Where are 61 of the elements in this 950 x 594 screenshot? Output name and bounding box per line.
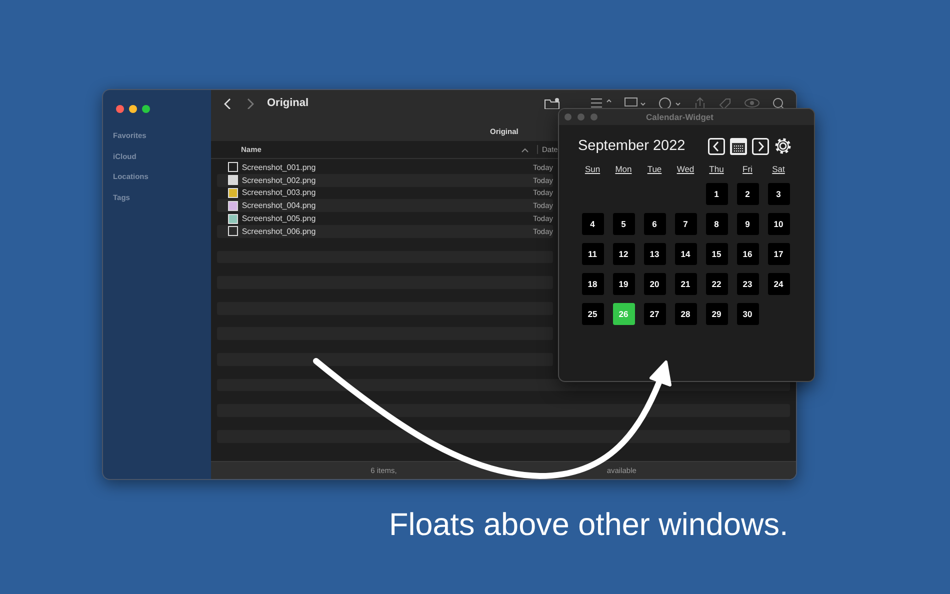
eye-icon[interactable]: [744, 98, 760, 108]
share-icon[interactable]: [694, 97, 706, 109]
weekday-label: Sun: [584, 164, 600, 174]
day-cell[interactable]: 29: [706, 303, 728, 325]
day-cell[interactable]: 7: [674, 213, 696, 235]
day-cell[interactable]: 5: [612, 213, 634, 235]
forward-icon[interactable]: [245, 97, 255, 109]
tag-icon[interactable]: [718, 97, 732, 109]
month-title: September 2022: [578, 138, 686, 154]
day-cell[interactable]: 23: [736, 273, 758, 295]
settings-icon[interactable]: [774, 137, 792, 155]
day-cell[interactable]: 14: [674, 243, 696, 265]
day-cell[interactable]: 1: [706, 183, 728, 205]
day-cell[interactable]: 10: [768, 213, 790, 235]
file-name: Screenshot_003.png: [242, 188, 317, 198]
day-cell[interactable]: 22: [706, 273, 728, 295]
day-cell[interactable]: 15: [706, 243, 728, 265]
day-cell[interactable]: 13: [644, 243, 666, 265]
day-cell[interactable]: 9: [736, 213, 758, 235]
new-folder-icon[interactable]: [544, 97, 560, 109]
weekday-label: Sat: [772, 164, 785, 174]
day-cell[interactable]: 19: [612, 273, 634, 295]
day-cell[interactable]: 3: [768, 183, 790, 205]
list-view-icon[interactable]: [590, 97, 612, 109]
weekday-label: Mon: [615, 164, 632, 174]
day-cell[interactable]: 24: [768, 273, 790, 295]
weekday-label: Thu: [709, 164, 724, 174]
weekday-label: Fri: [742, 164, 752, 174]
day-cell[interactable]: 4: [582, 213, 604, 235]
window-title: Original: [267, 97, 309, 109]
day-cell[interactable]: 2: [736, 183, 758, 205]
day-cell[interactable]: 12: [612, 243, 634, 265]
day-cell[interactable]: 18: [582, 273, 604, 295]
grid-view-icon[interactable]: [624, 97, 646, 109]
file-name: Screenshot_006.png: [242, 226, 317, 236]
caption: Floats above other windows.: [389, 506, 788, 543]
previous-month-icon[interactable]: [708, 138, 725, 154]
back-icon[interactable]: [223, 97, 233, 109]
day-cell[interactable]: 8: [706, 213, 728, 235]
day-cell[interactable]: 6: [644, 213, 666, 235]
day-cell[interactable]: 21: [674, 273, 696, 295]
window-title: Calendar-Widget: [646, 112, 714, 122]
day-cell[interactable]: 16: [736, 243, 758, 265]
day-cell[interactable]: 20: [644, 273, 666, 295]
sort-caret-icon[interactable]: [521, 146, 529, 152]
day-cell[interactable]: 25: [582, 303, 604, 325]
file-name: Screenshot_002.png: [242, 176, 317, 185]
day-cell[interactable]: 28: [674, 303, 696, 325]
day-cell[interactable]: 30: [736, 303, 758, 325]
weekday-label: Tue: [647, 164, 662, 174]
calendar-icon[interactable]: [730, 138, 747, 154]
file-name: Screenshot_001.png: [242, 162, 317, 172]
search-icon[interactable]: [772, 97, 786, 109]
day-cell[interactable]: 17: [768, 243, 790, 265]
weekday-label: Wed: [676, 164, 694, 174]
next-month-icon[interactable]: [752, 138, 769, 154]
day-cell[interactable]: 11: [582, 243, 604, 265]
day-cell[interactable]: 27: [644, 303, 666, 325]
more-icon[interactable]: [658, 97, 682, 109]
file-name: Screenshot_005.png: [242, 214, 317, 224]
file-name: Screenshot_004.png: [242, 201, 317, 210]
